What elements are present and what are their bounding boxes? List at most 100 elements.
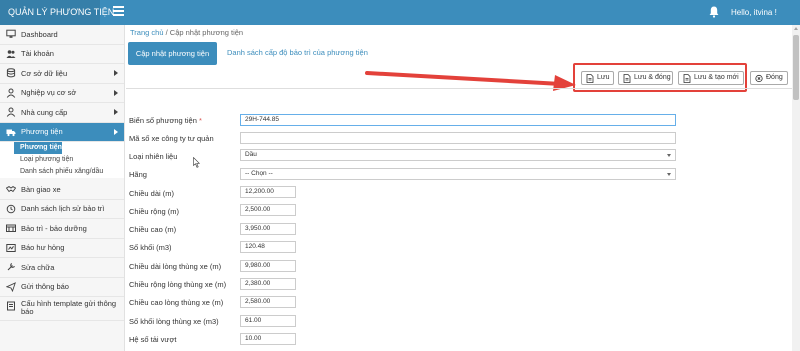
field-label-plate: Biển số phương tiện * <box>129 116 202 125</box>
database-icon <box>5 68 16 79</box>
scrollbar-thumb[interactable] <box>793 35 799 100</box>
tab-update-vehicle[interactable]: Cập nhật phương tiện <box>128 42 217 65</box>
breadcrumb-home[interactable]: Trang chủ <box>130 28 164 37</box>
field-label-brand: Hãng <box>129 170 147 179</box>
sidebar-item-label: Sửa chữa <box>21 262 55 272</box>
sidebar-item-label: Danh sách lịch sử bảo trì <box>21 204 105 214</box>
field-label-width: Chiều rộng (m) <box>129 207 180 216</box>
sidebar: Dashboard Tài khoản Cơ sở dữ liệu Nghiệp… <box>0 25 125 351</box>
brand-select[interactable]: -- Chọn -- <box>240 168 676 180</box>
cargo-height-input[interactable]: 2,580.00 <box>240 296 296 308</box>
label-text: Biển số phương tiện <box>129 116 197 125</box>
document-icon <box>586 73 594 83</box>
paper-plane-icon <box>5 281 16 292</box>
cargo-width-input[interactable]: 2,380.00 <box>240 278 296 290</box>
sidebar-item-suppliers[interactable]: Nhà cung cấp <box>0 103 124 123</box>
sidebar-item-label: Gửi thông báo <box>21 282 69 292</box>
sidebar-item-send-notification[interactable]: Gửi thông báo <box>0 278 124 297</box>
sidebar-item-repair[interactable]: Sửa chữa <box>0 258 124 278</box>
save-button[interactable]: Lưu <box>581 71 614 85</box>
page-scrollbar[interactable] <box>792 25 800 351</box>
chevron-right-icon <box>114 70 118 76</box>
bell-icon[interactable] <box>708 5 720 19</box>
field-label-company-code: Mã số xe công ty tư quản <box>129 134 214 143</box>
sidebar-item-notification-template[interactable]: Cấu hình template gửi thông báo <box>0 297 124 321</box>
wrench-icon <box>5 223 16 234</box>
sidebar-item-label: Cấu hình template gửi thông báo <box>21 299 117 316</box>
save-label: Lưu <box>597 74 610 81</box>
handshake-icon <box>5 184 16 195</box>
company-code-input[interactable] <box>240 132 676 144</box>
mouse-cursor-icon <box>193 157 200 168</box>
sidebar-submenu: Phương tiện Loại phương tiện Danh sách p… <box>0 142 124 178</box>
main-content: Trang chủ / Cập nhật phương tiện Cập nhậ… <box>126 25 796 351</box>
save-close-label: Lưu & đóng <box>634 74 671 81</box>
sidebar-item-maintenance-history[interactable]: Danh sách lịch sử bảo trì <box>0 200 124 219</box>
menu-toggle-icon[interactable] <box>113 6 124 18</box>
user-menu[interactable]: Hello, itvina ! <box>731 0 777 25</box>
sidebar-item-label: Bàn giao xe <box>21 184 61 194</box>
breadcrumb-separator: / <box>165 28 168 37</box>
save-close-button[interactable]: Lưu & đóng <box>618 71 673 85</box>
sidebar-item-label: Cơ sở dữ liệu <box>21 68 68 78</box>
volume-input[interactable]: 120.48 <box>240 241 296 253</box>
sidebar-item-dashboard[interactable]: Dashboard <box>0 25 124 45</box>
document-icon <box>623 73 631 83</box>
field-label-volume: Số khối (m3) <box>129 243 172 252</box>
sidebar-item-maintenance[interactable]: Bảo trì - bảo dưỡng <box>0 219 124 239</box>
field-label-cargo-length: Chiều dài lòng thùng xe (m) <box>129 262 222 271</box>
field-label-fuel-type: Loại nhiên liệu <box>129 152 178 161</box>
field-label-cargo-volume: Số khối lòng thùng xe (m3) <box>129 317 219 326</box>
cargo-volume-input[interactable]: 61.00 <box>240 315 296 327</box>
sidebar-item-vehicles[interactable]: Phương tiện <box>0 122 124 142</box>
submenu-item-vehicle-types[interactable]: Loại phương tiện <box>0 154 124 166</box>
top-navbar: QUẢN LÝ PHƯƠNG TIỆN Hello, itvina ! <box>0 0 800 25</box>
sidebar-item-handover[interactable]: Bàn giao xe <box>0 180 124 200</box>
plate-number-input[interactable]: 29H-744.85 <box>240 114 676 126</box>
scroll-up-icon[interactable] <box>793 27 798 30</box>
breadcrumb-current: Cập nhật phương tiện <box>169 28 244 37</box>
app-brand[interactable]: QUẢN LÝ PHƯƠNG TIỆN <box>0 0 114 25</box>
save-new-button[interactable]: Lưu & tạo mới <box>678 71 744 85</box>
breadcrumb: Trang chủ / Cập nhật phương tiện <box>130 28 243 37</box>
tab-maintenance-levels[interactable]: Danh sách cấp độ bảo trì của phương tiện <box>227 48 368 57</box>
tools-icon <box>5 262 16 273</box>
submenu-item-label: Phương tiện <box>20 144 62 151</box>
users-icon <box>5 48 16 59</box>
sidebar-item-operations[interactable]: Nghiệp vụ cơ sở <box>0 84 124 103</box>
sidebar-item-accounts[interactable]: Tài khoản <box>0 45 124 64</box>
length-input[interactable]: 12,200.00 <box>240 186 296 198</box>
chevron-right-icon <box>114 109 118 115</box>
chevron-right-icon <box>114 128 118 135</box>
submenu-item-label: Danh sách phiếu xăng/dầu <box>20 168 104 175</box>
truck-icon <box>5 126 16 137</box>
field-label-overload-factor: Hệ số tải vượt <box>129 335 177 344</box>
submenu-item-vehicles[interactable]: Phương tiện <box>0 142 124 154</box>
field-label-length: Chiều dài (m) <box>129 189 175 198</box>
overload-factor-input[interactable]: 10.00 <box>240 333 296 345</box>
document-icon <box>683 73 691 83</box>
sidebar-item-label: Dashboard <box>21 29 58 39</box>
chevron-right-icon <box>114 89 118 96</box>
sidebar-item-database[interactable]: Cơ sở dữ liệu <box>0 64 124 84</box>
monitor-icon <box>5 29 16 40</box>
divider <box>126 88 796 89</box>
width-input[interactable]: 2,500.00 <box>240 204 296 216</box>
alert-icon <box>5 242 16 253</box>
close-circle-icon <box>755 74 763 82</box>
close-button[interactable]: Đóng <box>750 71 788 85</box>
field-label-height: Chiều cao (m) <box>129 225 177 234</box>
user-icon <box>5 107 16 118</box>
submenu-item-label: Loại phương tiện <box>20 156 74 163</box>
field-label-cargo-height: Chiều cao lòng thùng xe (m) <box>129 298 224 307</box>
sidebar-item-damage-report[interactable]: Báo hư hỏng <box>0 239 124 258</box>
sidebar-item-label: Phương tiện <box>21 127 63 137</box>
height-input[interactable]: 3,950.00 <box>240 223 296 235</box>
fuel-type-select[interactable]: Dầu <box>240 149 676 161</box>
cargo-length-input[interactable]: 9,980.00 <box>240 260 296 272</box>
submenu-item-fuel-slips[interactable]: Danh sách phiếu xăng/dầu <box>0 166 124 178</box>
save-new-label: Lưu & tạo mới <box>694 74 739 81</box>
sidebar-item-label: Báo hư hỏng <box>21 243 65 253</box>
sidebar-item-label: Bảo trì - bảo dưỡng <box>21 223 87 233</box>
sidebar-item-label: Nghiệp vụ cơ sở <box>21 88 77 98</box>
